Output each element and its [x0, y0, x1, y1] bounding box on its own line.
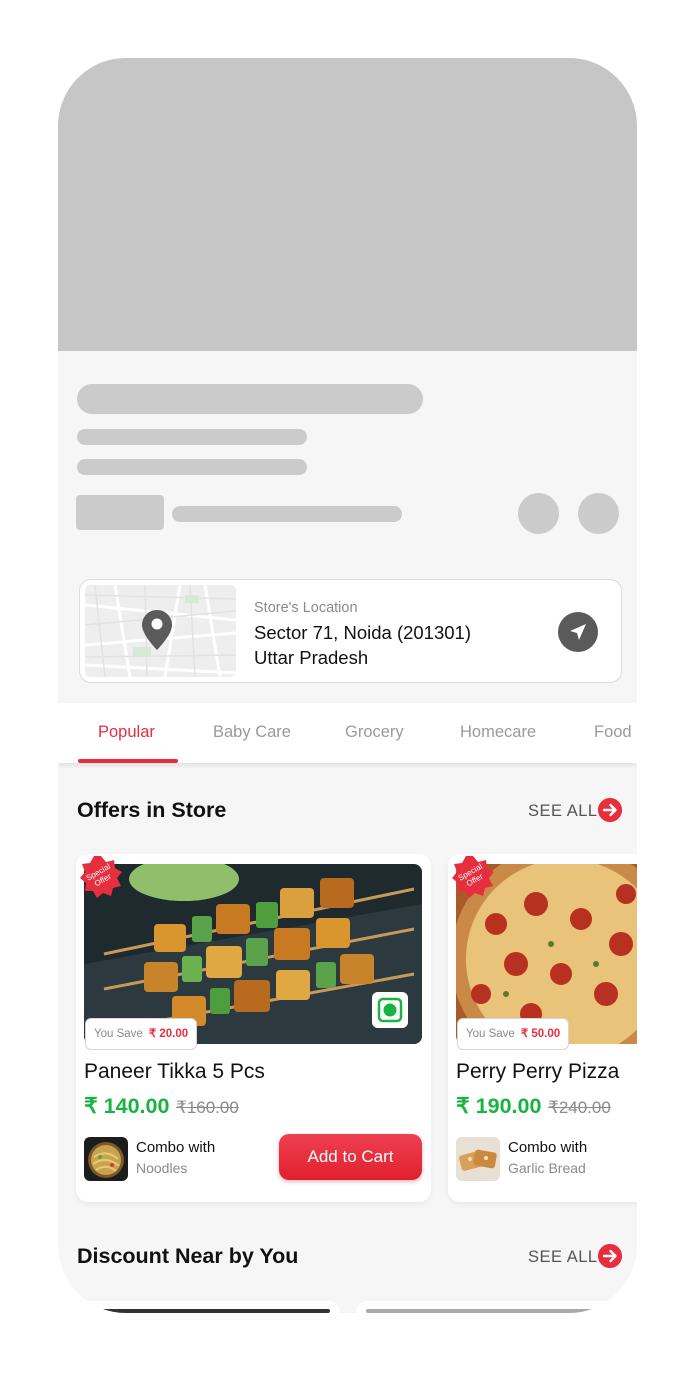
category-tabs: Popular Baby Care Grocery Homecare Food: [58, 703, 637, 763]
skeleton-line: [77, 429, 307, 445]
product-mrp: ₹240.00: [548, 1098, 611, 1117]
skeleton-line: [172, 506, 402, 522]
combo-label: Combo with: [136, 1139, 216, 1156]
discount-card-image: [366, 1309, 636, 1313]
discount-card[interactable]: [356, 1301, 637, 1313]
you-save-label: You Save: [466, 1028, 515, 1040]
product-name[interactable]: Paneer Tikka 5 Pcs: [84, 1060, 265, 1084]
combo-garlic-bread-thumbnail: [456, 1137, 500, 1181]
navigate-button[interactable]: [558, 612, 598, 652]
product-name[interactable]: Perry Perry Pizza: [456, 1060, 619, 1084]
veg-indicator-icon: [372, 992, 408, 1028]
skeleton-action-circle: [578, 493, 619, 534]
combo-label: Combo with: [508, 1139, 588, 1156]
tab-food[interactable]: Food: [594, 723, 632, 742]
combo-item: Garlic Bread: [508, 1160, 586, 1176]
tab-grocery[interactable]: Grocery: [345, 723, 404, 742]
product-price: ₹ 190.00: [456, 1094, 542, 1118]
you-save-badge: You Save ₹ 20.00: [85, 1018, 198, 1050]
add-to-cart-button[interactable]: Add to Cart: [279, 1134, 422, 1180]
active-tab-indicator: [78, 759, 178, 763]
skeleton-action-circle: [518, 493, 559, 534]
store-address-line1: Sector 71, Noida (201301): [254, 622, 471, 643]
product-mrp: ₹160.00: [176, 1098, 239, 1117]
navigation-arrow-icon: [570, 624, 586, 640]
map-pin-icon: [142, 610, 172, 650]
discount-card[interactable]: [78, 1301, 340, 1313]
discount-card-image: [88, 1309, 330, 1313]
offers-see-all-arrow-icon[interactable]: [598, 798, 622, 822]
combo-noodles-thumbnail: [84, 1137, 128, 1181]
offer-card[interactable]: Special Offer You Save ₹ 20.00 Paneer Tik…: [76, 854, 431, 1202]
discount-see-all-link[interactable]: SEE ALL: [528, 1248, 598, 1267]
phone-screen: Store's Location Sector 71, Noida (20130…: [58, 58, 637, 1313]
offers-see-all-link[interactable]: SEE ALL: [528, 802, 598, 821]
special-offer-badge: Special Offer: [452, 856, 494, 898]
tab-popular[interactable]: Popular: [98, 723, 155, 742]
skeleton-badge: [76, 495, 164, 530]
tab-baby-care[interactable]: Baby Care: [213, 723, 291, 742]
you-save-badge: You Save ₹ 50.00: [457, 1018, 570, 1050]
offer-card[interactable]: Special Offer You Save ₹ 50.00 Perry Perr…: [448, 854, 637, 1202]
store-location-label: Store's Location: [254, 600, 358, 616]
product-price: ₹ 140.00: [84, 1094, 170, 1118]
discount-see-all-arrow-icon[interactable]: [598, 1244, 622, 1268]
you-save-amount: ₹ 50.00: [520, 1028, 561, 1040]
store-location-card[interactable]: Store's Location Sector 71, Noida (20130…: [79, 579, 622, 683]
discount-section-title: Discount Near by You: [77, 1244, 299, 1268]
hero-image-placeholder: [58, 58, 637, 351]
tab-homecare[interactable]: Homecare: [460, 723, 536, 742]
skeleton-title: [77, 384, 423, 414]
combo-item: Noodles: [136, 1160, 188, 1176]
you-save-amount: ₹ 20.00: [148, 1028, 189, 1040]
store-address-line2: Uttar Pradesh: [254, 647, 369, 668]
store-map-thumbnail[interactable]: [85, 585, 236, 677]
offers-section-title: Offers in Store: [77, 798, 227, 822]
you-save-label: You Save: [94, 1028, 143, 1040]
skeleton-line: [77, 459, 307, 475]
special-offer-badge: Special Offer: [80, 856, 122, 898]
